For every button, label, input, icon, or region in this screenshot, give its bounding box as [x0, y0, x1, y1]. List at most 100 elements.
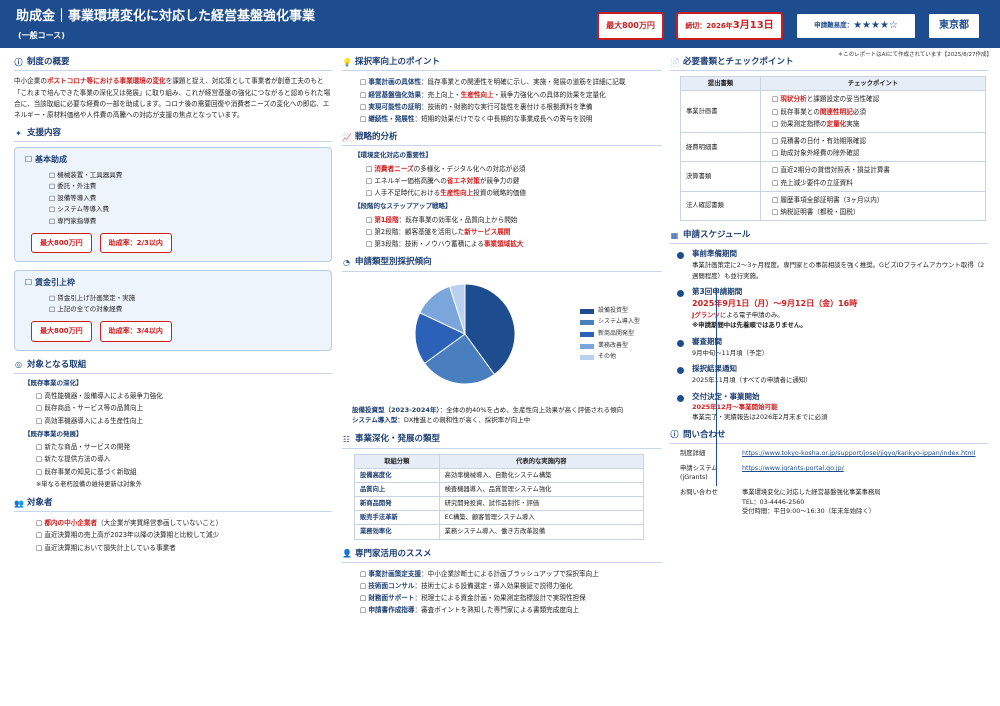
table-row: 事業計画書 現状分析と課題設定の妥当性確認 既存事業との関連性明記必須 効果測定… [680, 90, 986, 133]
contact-hours: 受付時間：平日9:00〜16:30（年末年始除く） [742, 507, 876, 515]
strategy-sub1: 【環境変化対応の重要性】 [354, 151, 432, 160]
types-heading: ☷ 事業深化・発展の類型 [342, 433, 662, 449]
left-column: ⓘ 制度の概要 中小企業のポストコロナ等における事業環境の変化を課題と捉え、対応策… [14, 56, 332, 554]
pie-heading: ◔ 申請類型別採択傾向 [342, 256, 662, 272]
wage-rate-pill: 助成率：3/4以内 [99, 321, 172, 342]
types-table: 取組分類 代表的な実施内容 設備高度化 高効率機械導入、自動化システム構築 品質向上… [354, 453, 645, 540]
list-item: 直近2期分の貸借対照表・損益計算書 [772, 164, 980, 176]
legend-swatch [580, 320, 594, 326]
timeline-note: ※申請期間中は先着順ではありません。 [692, 321, 807, 330]
pie-legend: 設備投資型システム導入型新商品開発型 業務改善型その他 [580, 307, 640, 365]
timeline-line [716, 288, 717, 486]
points-heading: 💡 採択率向上のポイント [342, 56, 662, 72]
cell: 業務効率化 [354, 524, 440, 540]
legend-label: 新商品開発型 [598, 330, 635, 338]
chart-icon: 📈 [342, 132, 352, 142]
cell: 決算書類 [680, 161, 761, 192]
list-item: 上記の全ての対象経費 [49, 304, 321, 315]
list-item: 第2段階：顧客基盤を活用した新サービス展開 [366, 226, 662, 238]
deep-subheading: 【既存事業の深化】 [24, 378, 83, 387]
legend-swatch [580, 355, 594, 361]
legend-item: システム導入型 [580, 318, 640, 327]
max-amount-badge: 最大800万円 [597, 12, 664, 40]
pie-area: 設備投資型システム導入型新商品開発型 業務改善型その他 [342, 277, 662, 405]
list-item: 設備等導入費 [49, 193, 321, 204]
timeline-text: Jグランツによる電子申請のみ。 [692, 310, 784, 319]
col-header: 代表的な実施内容 [438, 453, 645, 469]
detail-link[interactable]: https://www.tokyo-kosha.or.jp/support/jo… [742, 449, 988, 458]
list-item: 事業計画策定支援：中小企業診断士による計画ブラッシュアップで採択率向上 [360, 568, 662, 580]
list-item: 新たな提供方法の導入 [36, 453, 332, 465]
col-header: チェックポイント [760, 76, 986, 92]
right-column: 📄必要書類とチェックポイント 提出書類チェックポイント 事業計画書 現状分析と課… [670, 56, 988, 516]
list-item: 事業計画の具体性：既存事業との関連性を明確に示し、実施・発展の道筋を詳細に記載 [360, 76, 662, 88]
wage-box: ☐ 賃金引上枠 賃金引上げ計画策定・実施 上記の全ての対象経費 最大800万円 … [14, 270, 332, 351]
list-item: 既存事業の知見に基づく新取組 [36, 466, 332, 478]
list-item: 売上減少要件の立証資料 [772, 177, 980, 189]
cell: 履歴事項全部証明書（3ヶ月以内） 納税証明書（都税・国税） [760, 190, 986, 222]
strategy-heading: 📈 戦略的分析 [342, 131, 662, 147]
jgrants-link[interactable]: https://www.jgrants-portal.go.jp/ [742, 464, 988, 482]
contact-label: 申請システム(jGrants) [680, 465, 718, 482]
overview-text: 中小企業のポストコロナ等における事業環境の変化を課題と捉え、対応策として事業者が… [14, 77, 331, 119]
cell: 経費明細書 [680, 131, 761, 163]
timeline-heading: 審査期間 [692, 337, 722, 347]
info-icon: ⓘ [14, 57, 23, 67]
person-icon: 👤 [342, 549, 352, 559]
list-item: 第3段階：技術・ノウハウ蓄積による事業領域拡大 [366, 238, 662, 250]
cell: 現状分析と課題設定の妥当性確認 既存事業との関連性明記必須 効果測定指標の定量化… [760, 90, 986, 133]
list-item: 既存事業との関連性明記必須 [772, 106, 980, 118]
timeline-text: 事業計画策定に2〜3ヶ月程度。専門家との事前相談を強く推奨。GビズIDプライムア… [692, 261, 985, 280]
cell: EC構築、顧客管理システム導入 [438, 510, 645, 526]
page-subtitle: (一般コース) [18, 31, 65, 40]
legend-label: 業務改善型 [598, 341, 629, 349]
legend-item: 業務改善型 [580, 342, 640, 351]
table-row: 経費明細書 見積書の日付・有効期限確認 助成対象外経費の除外確認 [680, 131, 986, 163]
info-icon: ⓘ [670, 430, 679, 440]
table-row: 法人確認書類 履歴事項全部証明書（3ヶ月以内） 納税証明書（都税・国税） [680, 190, 986, 222]
cell: 法人確認書類 [680, 190, 761, 222]
list-item: 新たな商品・サービスの開発 [36, 441, 332, 453]
pie-caption-2: システム導入型：DX推進との親和性が高く、採択率が向上中 [352, 416, 531, 425]
timeline-item: 第3回申請期間 2025年9月1日（月）〜9月12日（金）16時 Jグランツによ… [670, 287, 988, 331]
cell: 販売手法革新 [354, 510, 440, 526]
list-item: 高効率機器導入による生産性向上 [36, 415, 332, 427]
list-item: 直近決算期において損失計上している事業者 [36, 542, 332, 554]
timeline-text: 2025年11月頃（すべての申請者に通知） [692, 376, 812, 385]
timeline-heading: 交付決定・事業開始 [692, 391, 760, 401]
contact-office: 事業環境変化に対応した経営基盤強化事業事務局 [742, 489, 881, 497]
list-item: 委託・外注費 [49, 181, 321, 192]
col-header: 提出書類 [680, 76, 761, 92]
docs-table: 提出書類チェックポイント 事業計画書 現状分析と課題設定の妥当性確認 既存事業と… [680, 76, 986, 222]
overview-heading: ⓘ 制度の概要 [14, 56, 332, 72]
table-row: 新商品開発 研究開発投資、試作品制作・評価 [354, 496, 645, 512]
cell: 品質向上 [354, 481, 440, 498]
pie-icon: ◔ [343, 258, 350, 267]
cell: 業務システム導入、働き方改革設備 [438, 524, 645, 540]
table-row: 販売手法革新 EC構築、顧客管理システム導入 [354, 510, 645, 526]
timeline-item: 採択結果通知 2025年11月頃（すべての申請者に通知） [670, 364, 988, 385]
target-icon: ◎ [15, 360, 22, 370]
basic-grant-box: ☐ 基本助成 機械装置・工具器具費 委託・外注費 設備等導入費 システム等導入費… [14, 147, 332, 263]
page-header: 助成金｜事業環境変化に対応した経営基盤強化事業 (一般コース) 最大800万円 … [0, 0, 1000, 48]
legend-label: 設備投資型 [598, 306, 629, 314]
list-item: 第1段階：既存事業の効率化・品質向上から開始 [366, 214, 662, 226]
list-item: 都内の中小企業者（大企業が実質経営参画していないこと） [36, 517, 332, 529]
contact-phone: TEL：03-4446-2560 [742, 498, 805, 506]
list-item: 履歴事項全部証明書（3ヶ月以内） [772, 194, 980, 206]
list-item: 高性能機器・設備導入による競争力強化 [36, 390, 332, 402]
legend-item: その他 [580, 353, 640, 362]
wage-title: ☐ 賃金引上枠 [25, 278, 75, 288]
list-item: 効果測定指標の定量化実施 [772, 118, 980, 130]
contact-heading: ⓘ 問い合わせ [670, 429, 988, 445]
table-row: 設備高度化 高効率機械導入、自動化システム構築 [354, 467, 645, 484]
cell: 検査機器導入、品質管理システム強化 [438, 481, 645, 498]
table-row: 業務効率化 業務システム導入、働き方改革設備 [354, 524, 645, 540]
timeline-item: 交付決定・事業開始 2025年12月〜事業開始可能 事業完了・実績報告は2026… [670, 392, 988, 423]
list-item: 機械装置・工具器具費 [49, 170, 321, 181]
difficulty-badge: 申請難易度： ★★★★☆ [795, 12, 917, 40]
col-header: 取組分類 [354, 453, 440, 469]
dev-subheading: 【既存事業の発展】 [24, 429, 83, 438]
list-item: 既存商品・サービス等の品質向上 [36, 402, 332, 414]
cell: 事業計画書 [680, 90, 761, 133]
